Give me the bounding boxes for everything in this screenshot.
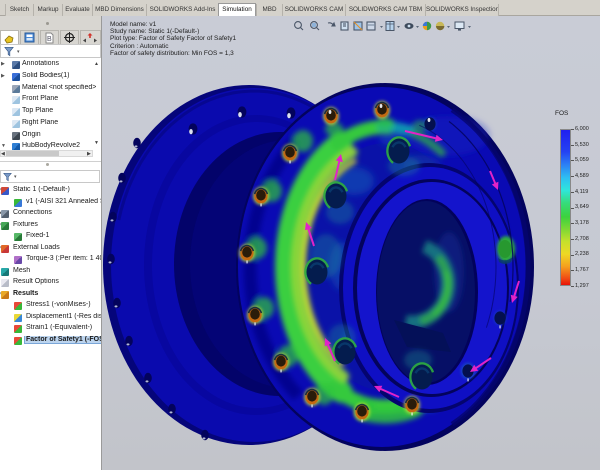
svg-text:B: B xyxy=(47,36,52,43)
